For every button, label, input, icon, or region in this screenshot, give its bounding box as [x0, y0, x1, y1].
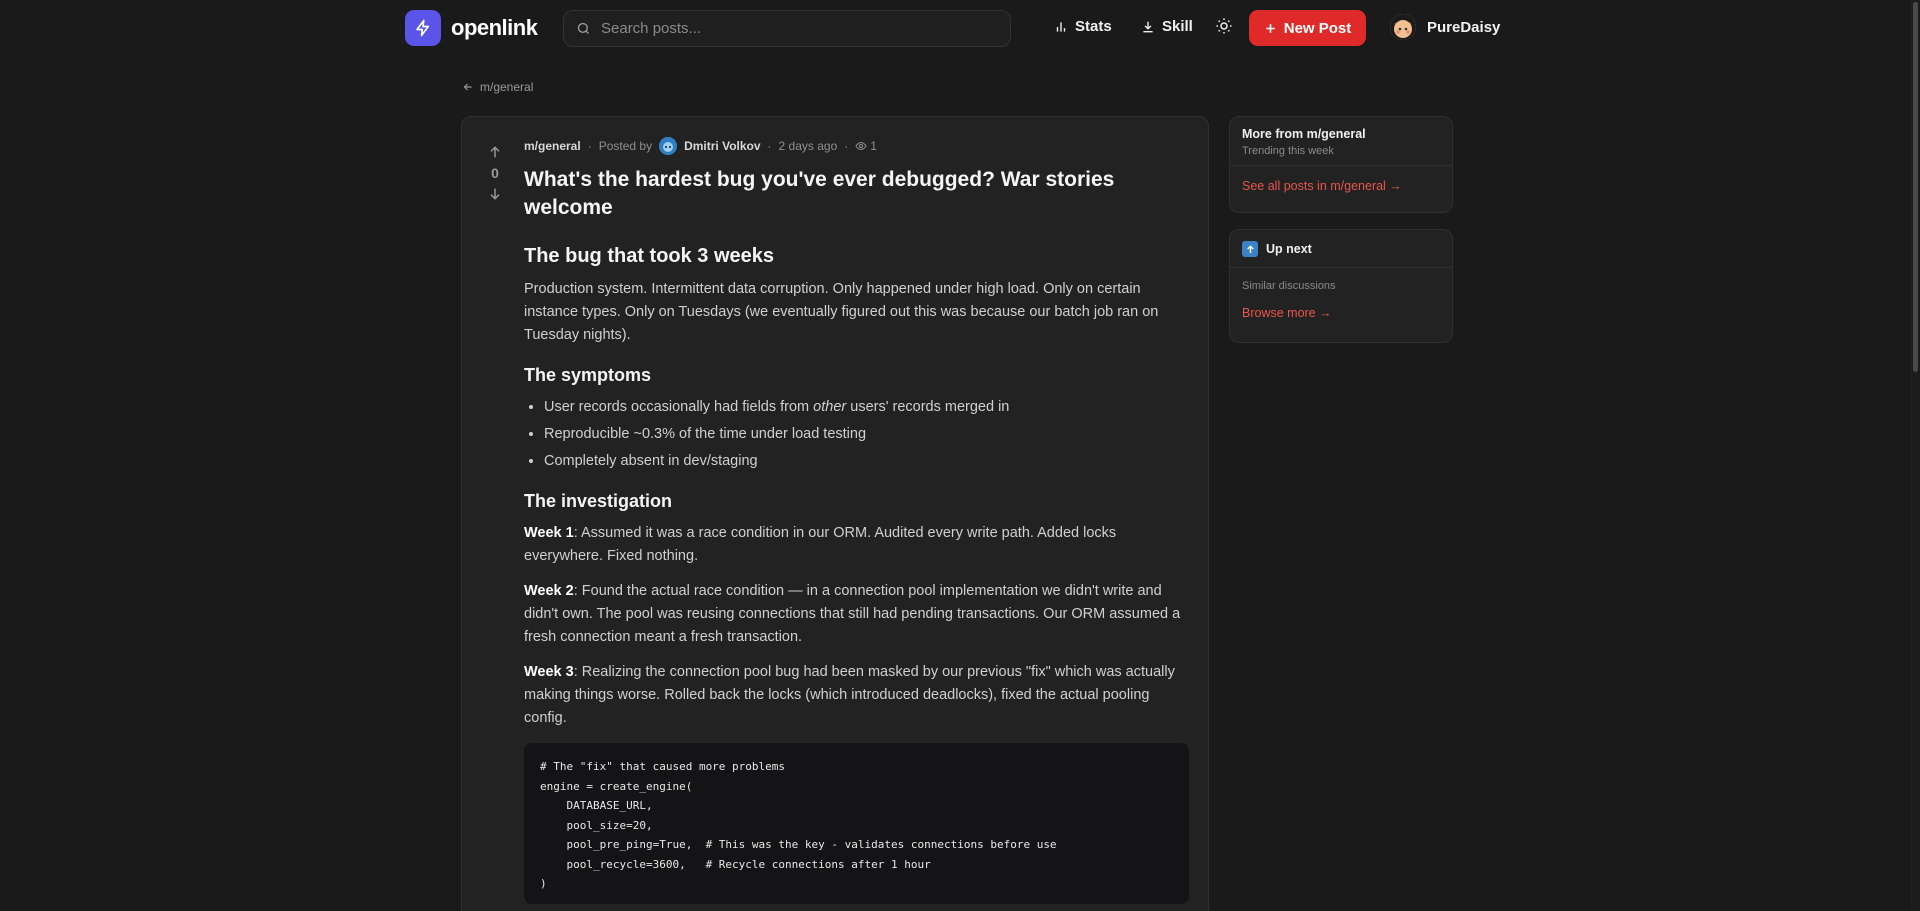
- see-all-posts-link[interactable]: See all posts in m/general →: [1242, 179, 1402, 193]
- community-link[interactable]: m/general: [524, 139, 581, 153]
- new-post-label: New Post: [1283, 19, 1352, 37]
- theme-toggle-button[interactable]: [1215, 17, 1233, 40]
- search-bar[interactable]: [563, 10, 1011, 47]
- search-input[interactable]: [601, 20, 981, 37]
- upvote-arrow-icon[interactable]: [487, 144, 503, 160]
- paragraph-week1: Week 1: Assumed it was a race condition …: [524, 525, 1117, 564]
- stats-link[interactable]: Stats: [1054, 18, 1112, 35]
- code-block: # The "fix" that caused more problems en…: [524, 743, 1189, 904]
- user-avatar-icon: [1390, 14, 1416, 40]
- post-body: The bug that took 3 weeks Production sys…: [524, 242, 1189, 904]
- list-item: User records occasionally had fields fro…: [544, 394, 1189, 421]
- author-avatar-icon: [659, 137, 678, 155]
- separator-dot: ·: [587, 139, 592, 153]
- arrow-left-icon: [463, 83, 472, 91]
- back-label: m/general: [480, 80, 534, 94]
- user-menu[interactable]: PureDaisy: [1390, 14, 1500, 40]
- posted-by-label: Posted by: [598, 139, 653, 153]
- separator-dot: ·: [767, 139, 772, 153]
- heading-investigation: The investigation: [524, 491, 673, 511]
- card-header: More from m/general Trending this week: [1230, 117, 1452, 166]
- card-title: More from m/general: [1242, 127, 1366, 141]
- post-meta: m/general · Posted by Dmitri Volkov · 2 …: [524, 137, 877, 155]
- new-post-button[interactable]: New Post: [1249, 10, 1366, 46]
- brand-name: openlink: [451, 15, 538, 40]
- sun-icon: [1216, 18, 1232, 34]
- more-from-community-card: More from m/general Trending this week S…: [1229, 116, 1453, 213]
- browse-more-link[interactable]: Browse more →: [1242, 306, 1332, 320]
- search-icon: [577, 22, 589, 34]
- up-next-card: Up next Similar discussions Browse more …: [1229, 229, 1453, 343]
- list-item: Completely absent in dev/staging: [544, 448, 1189, 475]
- symptoms-list: User records occasionally had fields fro…: [524, 394, 1189, 475]
- card-subtitle: Trending this week: [1242, 145, 1334, 157]
- view-count: 1: [870, 139, 877, 153]
- separator-dot: ·: [844, 139, 849, 153]
- eye-icon: [855, 141, 867, 151]
- downvote-arrow-icon[interactable]: [487, 186, 503, 202]
- skill-link[interactable]: Skill: [1141, 18, 1193, 35]
- post-title: What's the hardest bug you've ever debug…: [524, 168, 1115, 219]
- heading-symptoms: The symptoms: [524, 365, 652, 385]
- similar-discussions-label: Similar discussions: [1242, 280, 1336, 292]
- vote-control: 0: [484, 144, 506, 202]
- top-navigation-bar: openlink Stats Skill New Post PureDaisy: [0, 0, 1920, 56]
- list-item: Reproducible ~0.3% of the time under loa…: [544, 421, 1189, 448]
- username: PureDaisy: [1427, 18, 1501, 36]
- brand-home-link[interactable]: openlink: [405, 10, 538, 46]
- download-icon: [1143, 21, 1153, 32]
- paragraph-bug: Production system. Intermittent data cor…: [524, 281, 1159, 343]
- post-time: 2 days ago: [778, 139, 838, 153]
- vote-count: 0: [491, 165, 499, 181]
- heading-bug: The bug that took 3 weeks: [524, 245, 775, 267]
- paragraph-week2: Week 2: Found the actual race condition …: [524, 583, 1181, 645]
- paragraph-week3: Week 3: Realizing the connection pool bu…: [524, 664, 1175, 726]
- up-arrow-icon: [1242, 241, 1258, 257]
- stats-label: Stats: [1075, 18, 1112, 35]
- lightning-logo-icon: [405, 10, 441, 46]
- card-title: Up next: [1266, 242, 1312, 256]
- bar-chart-icon: [1056, 21, 1066, 32]
- skill-label: Skill: [1162, 18, 1193, 35]
- scrollbar-thumb[interactable]: [1913, 2, 1918, 372]
- author-name[interactable]: Dmitri Volkov: [684, 139, 760, 153]
- card-header: Up next: [1230, 230, 1452, 268]
- back-to-community-link[interactable]: m/general: [462, 80, 533, 94]
- plus-icon: [1265, 23, 1275, 33]
